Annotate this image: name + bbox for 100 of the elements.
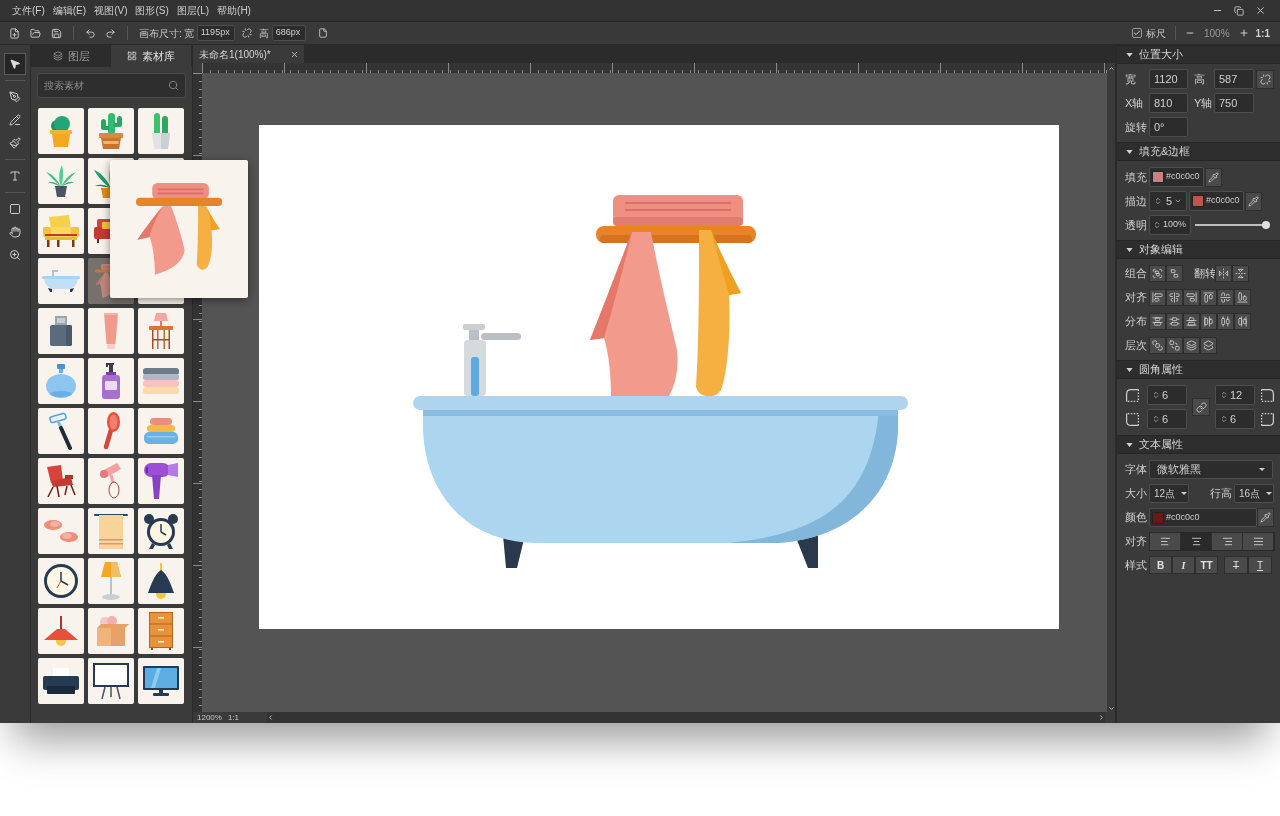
text-align-right-button[interactable] xyxy=(1212,533,1243,550)
zoom-in-icon[interactable] xyxy=(1238,28,1249,38)
eyedropper-button[interactable] xyxy=(1257,508,1274,527)
asset-tile[interactable] xyxy=(88,108,134,154)
dropdown-caret-icon[interactable] xyxy=(1259,468,1265,471)
menu-item[interactable]: 文件(F) xyxy=(12,3,45,18)
caret-down-icon[interactable] xyxy=(1126,442,1133,447)
text-align-control[interactable] xyxy=(1149,532,1275,551)
send-to-back-button[interactable] xyxy=(1166,337,1183,354)
section-header[interactable]: 对象编辑 xyxy=(1117,240,1280,259)
asset-tile[interactable] xyxy=(138,508,184,554)
align-top-button[interactable] xyxy=(1200,289,1217,306)
section-header[interactable]: 圆角属性 xyxy=(1117,360,1280,379)
align-middle-button[interactable] xyxy=(1217,289,1234,306)
asset-tile[interactable] xyxy=(138,108,184,154)
stepper-icon[interactable] xyxy=(1153,221,1161,229)
section-header[interactable]: 文本属性 xyxy=(1117,435,1280,454)
asset-tile[interactable] xyxy=(88,608,134,654)
asset-tile[interactable] xyxy=(38,358,84,404)
stepper-field[interactable]: 6 xyxy=(1215,409,1255,429)
asset-tile[interactable] xyxy=(88,408,134,454)
menu-item[interactable]: 图层(L) xyxy=(176,3,210,18)
section-header[interactable]: 位置大小 xyxy=(1117,45,1280,64)
color-swatch[interactable] xyxy=(1152,511,1164,524)
flip-horizontal-button[interactable] xyxy=(1215,265,1232,282)
asset-tile[interactable] xyxy=(38,558,84,604)
distribute-right-button[interactable] xyxy=(1234,313,1251,330)
stepper-icon[interactable] xyxy=(1152,415,1160,423)
asset-tile[interactable] xyxy=(38,208,84,254)
align-right-button[interactable] xyxy=(1183,289,1200,306)
checkbox[interactable] xyxy=(1131,28,1142,38)
asset-tile[interactable] xyxy=(38,158,84,204)
underline-button[interactable]: T xyxy=(1248,556,1272,574)
text-align-left-button[interactable] xyxy=(1150,533,1181,550)
color-swatch[interactable] xyxy=(1192,195,1204,207)
asset-tile[interactable] xyxy=(88,458,134,504)
new-file-icon[interactable] xyxy=(9,27,20,39)
asset-tile[interactable] xyxy=(88,308,134,354)
asset-tile[interactable] xyxy=(88,558,134,604)
caret-down-icon[interactable] xyxy=(1126,367,1133,372)
asset-tile[interactable] xyxy=(38,458,84,504)
link-button[interactable] xyxy=(1192,398,1210,416)
asset-tile[interactable] xyxy=(138,408,184,454)
close-icon[interactable] xyxy=(1255,5,1266,16)
group-button[interactable] xyxy=(1149,265,1166,282)
asset-tile[interactable] xyxy=(88,358,134,404)
menu-item[interactable]: 视图(V) xyxy=(94,3,128,18)
distribute-top-button[interactable] xyxy=(1149,313,1166,330)
search-field[interactable]: 搜索素材 xyxy=(37,73,186,98)
caret-down-icon[interactable] xyxy=(1126,52,1133,57)
actual-size-button[interactable]: 1:1 xyxy=(1255,25,1270,41)
stepper-field[interactable]: 6 xyxy=(1147,385,1187,405)
stepper-field[interactable]: 5 xyxy=(1149,191,1187,211)
restore-icon[interactable] xyxy=(1234,5,1244,16)
ruler-label[interactable]: 标尺 xyxy=(1145,25,1166,41)
color-field[interactable]: #c0c0c0 xyxy=(1149,167,1204,187)
panel-tab[interactable]: 素材库 xyxy=(111,45,191,67)
asset-tile[interactable] xyxy=(138,658,184,704)
distribute-bottom-button[interactable] xyxy=(1183,313,1200,330)
stepper-icon[interactable] xyxy=(1154,197,1162,205)
distribute-left-button[interactable] xyxy=(1200,313,1217,330)
distribute-center-button[interactable] xyxy=(1217,313,1234,330)
color-field[interactable]: #c0c0c0 xyxy=(1149,508,1257,527)
stepper-icon[interactable] xyxy=(1152,391,1160,399)
bring-to-front-button[interactable] xyxy=(1149,337,1166,354)
eyedropper-button[interactable] xyxy=(1205,167,1222,187)
asset-tile[interactable] xyxy=(38,308,84,354)
redo-icon[interactable] xyxy=(105,27,116,39)
bold-button[interactable]: B xyxy=(1149,556,1172,574)
menu-item[interactable]: 图形(S) xyxy=(135,3,169,18)
asset-tile[interactable] xyxy=(88,658,134,704)
asset-tile[interactable] xyxy=(38,408,84,454)
scroll-right-icon[interactable] xyxy=(1098,714,1105,721)
align-left-button[interactable] xyxy=(1149,289,1166,306)
page-icon[interactable] xyxy=(317,28,328,38)
font-dropdown[interactable]: 微软雅黑 xyxy=(1149,460,1273,479)
chevron-down-icon[interactable] xyxy=(1174,197,1182,205)
section-header[interactable]: 填充&边框 xyxy=(1117,142,1280,161)
unlink-icon[interactable] xyxy=(241,28,252,38)
menu-item[interactable]: 编辑(E) xyxy=(52,3,87,18)
color-swatch[interactable] xyxy=(1152,171,1164,183)
strikethrough-button[interactable]: T xyxy=(1224,556,1248,574)
uppercase-button[interactable]: TT xyxy=(1195,556,1218,574)
ungroup-button[interactable] xyxy=(1166,265,1183,282)
asset-tile[interactable] xyxy=(138,558,184,604)
scroll-down-icon[interactable] xyxy=(1107,705,1115,712)
save-icon[interactable] xyxy=(51,27,62,39)
stepper-field[interactable]: 12 xyxy=(1215,385,1255,405)
input-field[interactable]: 1195px xyxy=(196,25,235,41)
input-field[interactable]: 1120 xyxy=(1149,69,1188,89)
asset-tile[interactable] xyxy=(138,458,184,504)
stepper-field[interactable]: 6 xyxy=(1147,409,1187,429)
distribute-middle-button[interactable] xyxy=(1166,313,1183,330)
asset-tile[interactable] xyxy=(138,358,184,404)
dropdown-caret-icon[interactable] xyxy=(1181,492,1188,495)
search-icon[interactable] xyxy=(168,80,179,91)
layers-button[interactable] xyxy=(1200,337,1217,354)
input-field[interactable]: 810 xyxy=(1149,93,1188,113)
flip-vertical-button[interactable] xyxy=(1232,265,1249,282)
asset-tile[interactable] xyxy=(138,608,184,654)
